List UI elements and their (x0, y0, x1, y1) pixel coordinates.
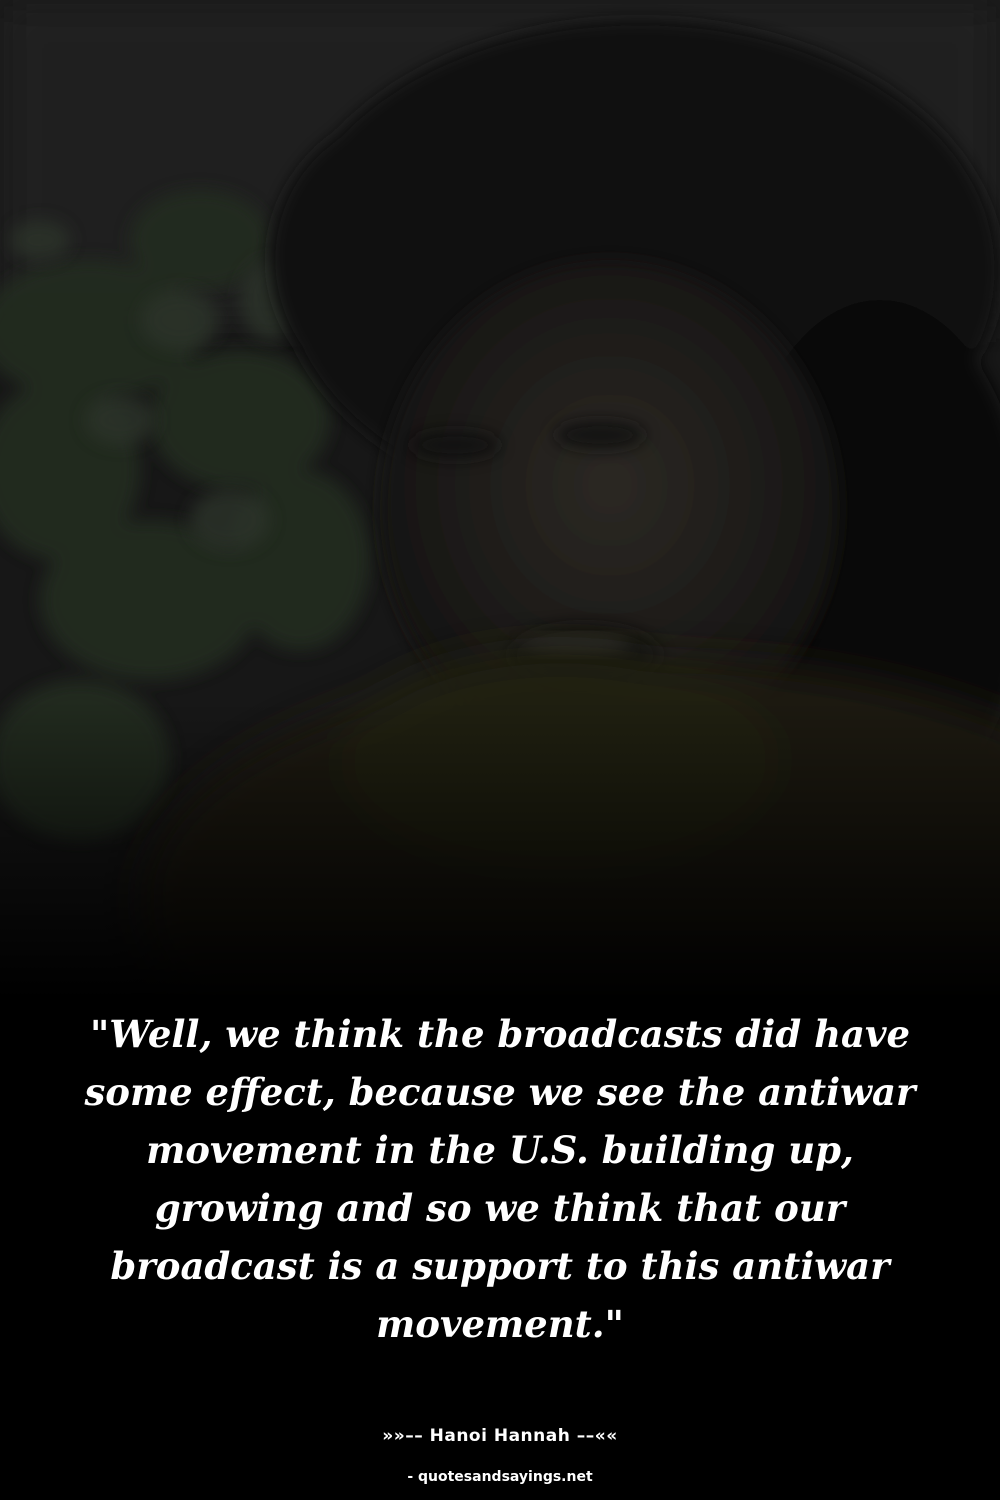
source-credit: - quotesandsayings.net (407, 1469, 593, 1485)
bottom-fade (0, 700, 1000, 1000)
author-attribution: »»–– Hanoi Hannah ––«« (382, 1426, 618, 1446)
quote-text: "Well, we think the broadcasts did have … (84, 1012, 916, 1346)
quote-poster: "Well, we think the broadcasts did have … (0, 0, 1000, 1500)
